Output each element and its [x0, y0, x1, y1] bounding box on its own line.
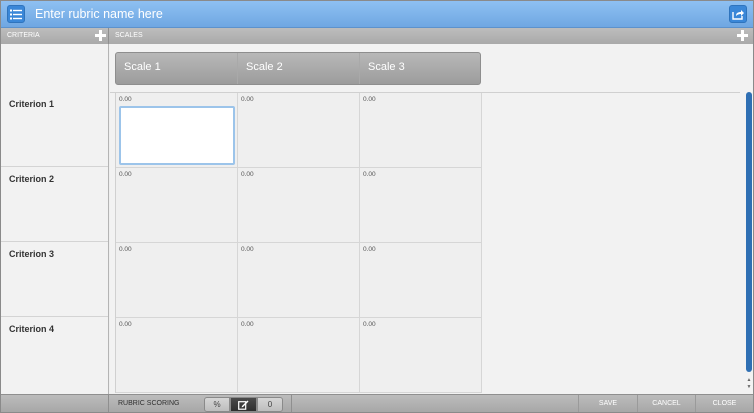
scale-tab-2[interactable]: Scale 2 — [238, 53, 360, 84]
cell-points[interactable]: 0.00 — [241, 171, 254, 178]
criterion-label[interactable]: Criterion 3 — [9, 249, 54, 259]
rubric-cell[interactable]: 0.00 — [116, 93, 238, 168]
rubric-cell[interactable]: 0.00 — [116, 168, 238, 243]
scoring-percent-button[interactable]: % — [204, 397, 230, 412]
criterion-row-3[interactable]: Criterion 3 — [1, 242, 108, 317]
cell-points[interactable]: 0.00 — [241, 321, 254, 328]
scrollbar-thumb[interactable] — [746, 92, 752, 372]
rubric-scoring-label: RUBRIC SCORING — [118, 400, 180, 407]
close-button[interactable]: CLOSE — [695, 395, 753, 412]
criteria-header-label: CRITERIA — [7, 32, 40, 39]
cancel-button[interactable]: CANCEL — [637, 395, 695, 412]
cell-points[interactable]: 0.00 — [241, 96, 254, 103]
add-scale-plus-icon[interactable] — [737, 30, 748, 41]
title-bar — [1, 1, 753, 28]
footer-spacer — [1, 395, 109, 412]
list-icon[interactable] — [7, 5, 25, 23]
vertical-scrollbar[interactable]: ▲ ▼ — [745, 92, 753, 392]
rubric-cell[interactable]: 0.00 — [360, 318, 482, 393]
save-button[interactable]: SAVE — [578, 395, 637, 412]
criterion-row-2[interactable]: Criterion 2 — [1, 167, 108, 242]
criterion-label[interactable]: Criterion 2 — [9, 174, 54, 184]
rubric-cell[interactable]: 0.00 — [360, 243, 482, 318]
cell-points[interactable]: 0.00 — [241, 246, 254, 253]
edit-icon — [238, 400, 249, 412]
cell-points[interactable]: 0.00 — [363, 321, 376, 328]
scales-header-label: SCALES — [115, 32, 143, 39]
scoring-zero-button[interactable]: 0 — [257, 397, 283, 412]
cell-description-input[interactable] — [119, 106, 235, 165]
scale-tab-1[interactable]: Scale 1 — [116, 53, 238, 84]
scale-tab-3[interactable]: Scale 3 — [360, 53, 482, 84]
criteria-column: Criterion 1 Criterion 2 Criterion 3 Crit… — [1, 44, 109, 394]
divider — [291, 395, 292, 412]
rubric-cell[interactable]: 0.00 — [116, 318, 238, 393]
rubric-cell[interactable]: 0.00 — [238, 168, 360, 243]
cell-points[interactable]: 0.00 — [363, 171, 376, 178]
rubric-cell[interactable]: 0.00 — [238, 243, 360, 318]
scroll-up-arrow-icon[interactable]: ▲ — [746, 377, 752, 383]
cell-points[interactable]: 0.00 — [119, 171, 132, 178]
criterion-row-1[interactable]: Criterion 1 — [1, 92, 108, 167]
cell-points[interactable]: 0.00 — [119, 321, 132, 328]
rubric-cell[interactable]: 0.00 — [116, 243, 238, 318]
rubric-name-input[interactable] — [35, 4, 715, 24]
cell-points[interactable]: 0.00 — [363, 96, 376, 103]
cell-points[interactable]: 0.00 — [119, 246, 132, 253]
scale-header-bar: Scale 1 Scale 2 Scale 3 — [115, 52, 481, 85]
criterion-row-4[interactable]: Criterion 4 — [1, 317, 108, 394]
rubric-cell[interactable]: 0.00 — [238, 318, 360, 393]
cell-points[interactable]: 0.00 — [363, 246, 376, 253]
criteria-header: CRITERIA — [1, 28, 109, 44]
scales-area: Scale 1 Scale 2 Scale 3 0.00 0.00 0.00 0… — [110, 44, 753, 394]
footer-bar: RUBRIC SCORING % 0 SAVE CANCEL CLOSE — [1, 394, 753, 412]
scroll-down-arrow-icon[interactable]: ▼ — [746, 384, 752, 390]
criterion-label[interactable]: Criterion 1 — [9, 99, 54, 109]
cell-points[interactable]: 0.00 — [119, 96, 132, 103]
rubric-cell[interactable]: 0.00 — [360, 168, 482, 243]
rubric-cell[interactable]: 0.00 — [360, 93, 482, 168]
scoring-custom-button[interactable] — [230, 397, 257, 412]
scales-header: SCALES — [109, 28, 753, 44]
rubric-cell[interactable]: 0.00 — [238, 93, 360, 168]
criterion-label[interactable]: Criterion 4 — [9, 324, 54, 334]
rubric-editor-window: CRITERIA SCALES Criterion 1 Criterion 2 … — [0, 0, 754, 413]
add-criterion-plus-icon[interactable] — [95, 30, 106, 41]
share-icon[interactable] — [729, 5, 747, 23]
